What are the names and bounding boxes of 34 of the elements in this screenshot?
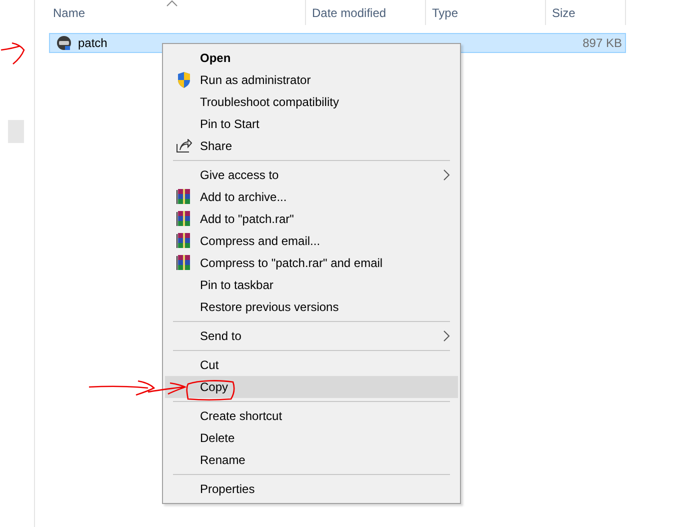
menu-item[interactable]: Compress to "patch.rar" and email <box>165 252 458 274</box>
menu-item[interactable]: Open <box>165 47 458 69</box>
column-header[interactable]: Type <box>426 0 546 25</box>
column-header[interactable]: Date modified <box>306 0 426 25</box>
menu-item[interactable]: Add to "patch.rar" <box>165 208 458 230</box>
sort-caret-icon <box>166 0 178 7</box>
menu-item[interactable]: Share <box>165 135 458 157</box>
column-header[interactable]: Name <box>52 0 306 25</box>
menu-item[interactable]: Cut <box>165 354 458 376</box>
menu-item[interactable]: Give access to <box>165 164 458 186</box>
books-icon <box>176 211 192 227</box>
column-header[interactable]: Size <box>546 0 626 25</box>
menu-item[interactable]: Run as administrator <box>165 69 458 91</box>
menu-item[interactable]: Pin to Start <box>165 113 458 135</box>
size-cell-text: 897 KB <box>582 36 622 50</box>
menu-item[interactable]: Create shortcut <box>165 405 458 427</box>
menu-item[interactable]: Send to <box>165 325 458 347</box>
menu-item[interactable]: Rename <box>165 449 458 471</box>
hand-drawn-arrow <box>0 42 26 66</box>
menu-item[interactable]: Compress and email... <box>165 230 458 252</box>
shield-icon <box>176 72 190 88</box>
books-icon <box>176 233 192 249</box>
robot-icon <box>56 35 72 51</box>
menu-item[interactable]: Copy <box>165 376 458 398</box>
share-icon <box>176 139 192 153</box>
menu-item[interactable]: Troubleshoot compatibility <box>165 91 458 113</box>
menu-item[interactable]: Restore previous versions <box>165 296 458 318</box>
books-icon <box>176 255 192 271</box>
menu-item[interactable]: Pin to taskbar <box>165 274 458 296</box>
menu-item[interactable]: Delete <box>165 427 458 449</box>
menu-item[interactable]: Properties <box>165 478 458 500</box>
books-icon <box>176 189 192 205</box>
menu-item[interactable]: Add to archive... <box>165 186 458 208</box>
scrollbar-thumb[interactable] <box>8 120 24 143</box>
